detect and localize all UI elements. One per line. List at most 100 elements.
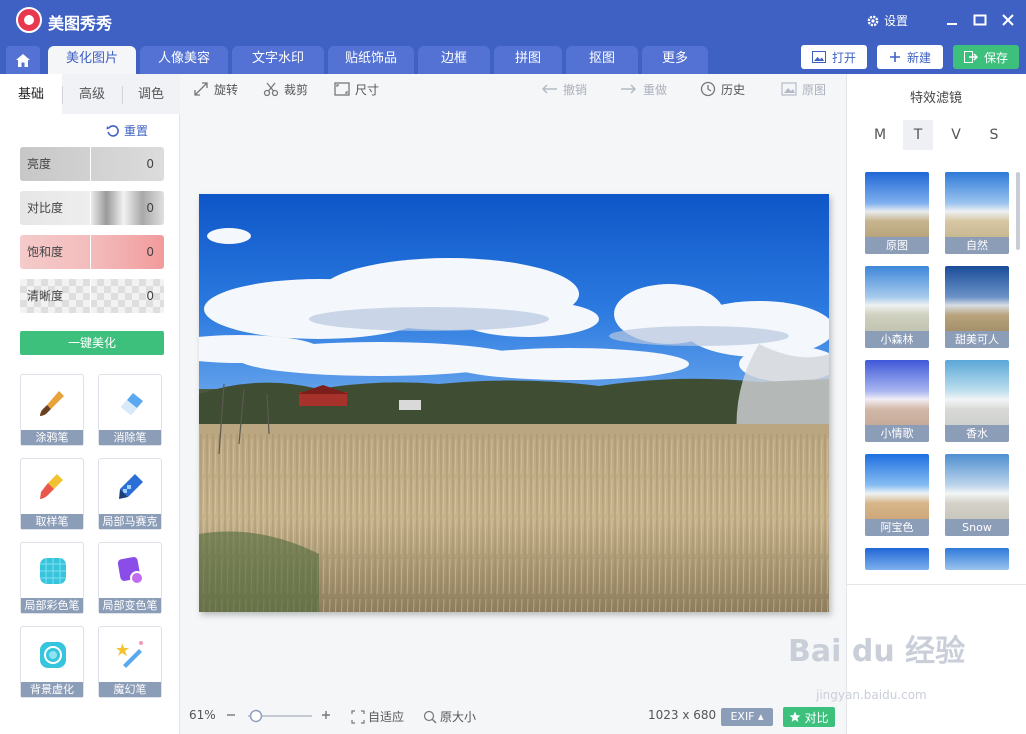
save-button[interactable]: 保存: [953, 45, 1019, 69]
filter-natural[interactable]: 自然: [945, 172, 1009, 254]
filter-original[interactable]: 原图: [865, 172, 929, 254]
close-button[interactable]: [998, 10, 1018, 30]
filter-partial[interactable]: [865, 548, 929, 570]
filter-abao[interactable]: 阿宝色: [865, 454, 929, 536]
filter-label: 原图: [865, 237, 929, 254]
new-label: 新建: [906, 50, 931, 65]
filter-sweet[interactable]: 甜美可人: [945, 266, 1009, 348]
tab-stickers[interactable]: 贴纸饰品: [328, 46, 414, 74]
saturation-slider[interactable]: 饱和度 0: [20, 235, 164, 269]
rotate-button[interactable]: 旋转: [193, 80, 238, 98]
exif-button[interactable]: EXIF ▴: [721, 708, 773, 726]
settings-button[interactable]: 设置: [866, 12, 908, 29]
photo-canvas[interactable]: [199, 194, 829, 612]
tab-more[interactable]: 更多: [642, 46, 708, 74]
tab-collage[interactable]: 拼图: [494, 46, 562, 74]
saturation-value: 0: [146, 245, 154, 259]
open-button[interactable]: 打开: [801, 45, 867, 69]
app-logo: [16, 7, 42, 33]
rotate-label: 旋转: [214, 82, 239, 97]
tab-beautify[interactable]: 美化图片: [48, 46, 136, 74]
subtab-divider: [62, 86, 63, 104]
scissors-icon: [263, 82, 279, 97]
eraser-pen-label: 消除笔: [99, 430, 161, 445]
tab-portrait[interactable]: 人像美容: [140, 46, 228, 74]
local-color-pen-tool[interactable]: 局部彩色笔: [20, 542, 84, 614]
undo-button[interactable]: 撤销: [540, 80, 587, 98]
magic-pen-tool[interactable]: 魔幻笔: [98, 626, 162, 698]
filters-scrollbar[interactable]: [1016, 172, 1020, 250]
filter-tab-m[interactable]: M: [865, 120, 895, 150]
minus-icon: [227, 714, 235, 716]
baidu-watermark: Bai du 经验: [788, 634, 966, 669]
filter-label: Snow: [945, 519, 1009, 536]
new-button[interactable]: 新建: [877, 45, 943, 69]
home-icon: [16, 54, 30, 67]
fit-icon: [351, 709, 365, 724]
zoom-slider-track: [248, 709, 312, 723]
zoom-slider[interactable]: [246, 708, 314, 724]
paintbrush-icon: [40, 474, 63, 499]
minimize-button[interactable]: [942, 10, 962, 30]
tab-frames[interactable]: 边框: [418, 46, 490, 74]
local-recolor-pen-tool[interactable]: 局部变色笔: [98, 542, 162, 614]
history-button[interactable]: 历史: [700, 80, 745, 98]
subtab-color[interactable]: 调色: [122, 80, 180, 110]
baidu-watermark-url: jingyan.baidu.com: [816, 688, 927, 702]
subtab-advanced[interactable]: 高级: [62, 80, 122, 110]
contrast-slider[interactable]: 对比度 0: [20, 191, 164, 225]
sampling-pen-tool[interactable]: 取样笔: [20, 458, 84, 530]
brightness-slider[interactable]: 亮度 0: [20, 147, 164, 181]
gear-icon: [867, 15, 879, 26]
zoom-in-button[interactable]: [320, 709, 332, 721]
doodle-pen-label: 涂鸦笔: [21, 430, 83, 445]
brightness-value: 0: [146, 157, 154, 171]
reset-label: 重置: [124, 124, 149, 138]
filter-tab-s[interactable]: S: [979, 120, 1009, 150]
tab-cutout[interactable]: 抠图: [566, 46, 638, 74]
filter-tab-t[interactable]: T: [903, 120, 933, 150]
zoom-out-button[interactable]: [225, 709, 237, 721]
resize-icon: [334, 82, 350, 96]
rotate-icon: [194, 82, 208, 96]
background-blur-label: 背景虚化: [21, 682, 83, 697]
zoom-percent: 61%: [189, 708, 216, 722]
filter-label: 自然: [945, 237, 1009, 254]
actual-size-button[interactable]: 原大小: [423, 708, 476, 725]
home-tab[interactable]: [6, 46, 40, 74]
filter-tab-v[interactable]: V: [941, 120, 971, 150]
local-mosaic-tool[interactable]: 局部马赛克: [98, 458, 162, 530]
compare-button[interactable]: 对比: [783, 707, 835, 727]
local-recolor-pen-label: 局部变色笔: [99, 598, 161, 613]
size-button[interactable]: 尺寸: [334, 80, 379, 98]
brightness-label: 亮度: [20, 147, 91, 181]
original-button[interactable]: 原图: [781, 80, 826, 98]
one-click-beautify-button[interactable]: 一键美化: [20, 331, 164, 355]
subtab-basic[interactable]: 基础: [0, 80, 62, 110]
sharpness-slider[interactable]: 清晰度 0: [20, 279, 164, 313]
tab-text-watermark[interactable]: 文字水印: [232, 46, 324, 74]
redo-button[interactable]: 重做: [620, 80, 667, 98]
image-icon: [811, 51, 826, 63]
filter-partial[interactable]: [945, 548, 1009, 570]
fit-button[interactable]: 自适应: [351, 708, 404, 725]
filter-snow[interactable]: Snow: [945, 454, 1009, 536]
brush-icon: [40, 391, 64, 416]
doodle-pen-tool[interactable]: 涂鸦笔: [20, 374, 84, 446]
eraser-pen-tool[interactable]: 消除笔: [98, 374, 162, 446]
maximize-button[interactable]: [970, 10, 990, 30]
contrast-value: 0: [146, 201, 154, 215]
filter-label: 甜美可人: [945, 331, 1009, 348]
star-icon: [789, 711, 801, 722]
filter-love-song[interactable]: 小情歌: [865, 360, 929, 442]
subtab-divider: [122, 86, 123, 104]
image-icon: [781, 82, 797, 96]
filter-little-forest[interactable]: 小森林: [865, 266, 929, 348]
filter-label: 香水: [945, 425, 1009, 442]
crop-button[interactable]: 裁剪: [263, 80, 308, 98]
filter-perfume[interactable]: 香水: [945, 360, 1009, 442]
zoom-slider-thumb[interactable]: [249, 709, 263, 723]
image-dimensions: 1023 x 680: [648, 708, 717, 722]
reset-button[interactable]: 重置: [106, 122, 148, 139]
background-blur-tool[interactable]: 背景虚化: [20, 626, 84, 698]
